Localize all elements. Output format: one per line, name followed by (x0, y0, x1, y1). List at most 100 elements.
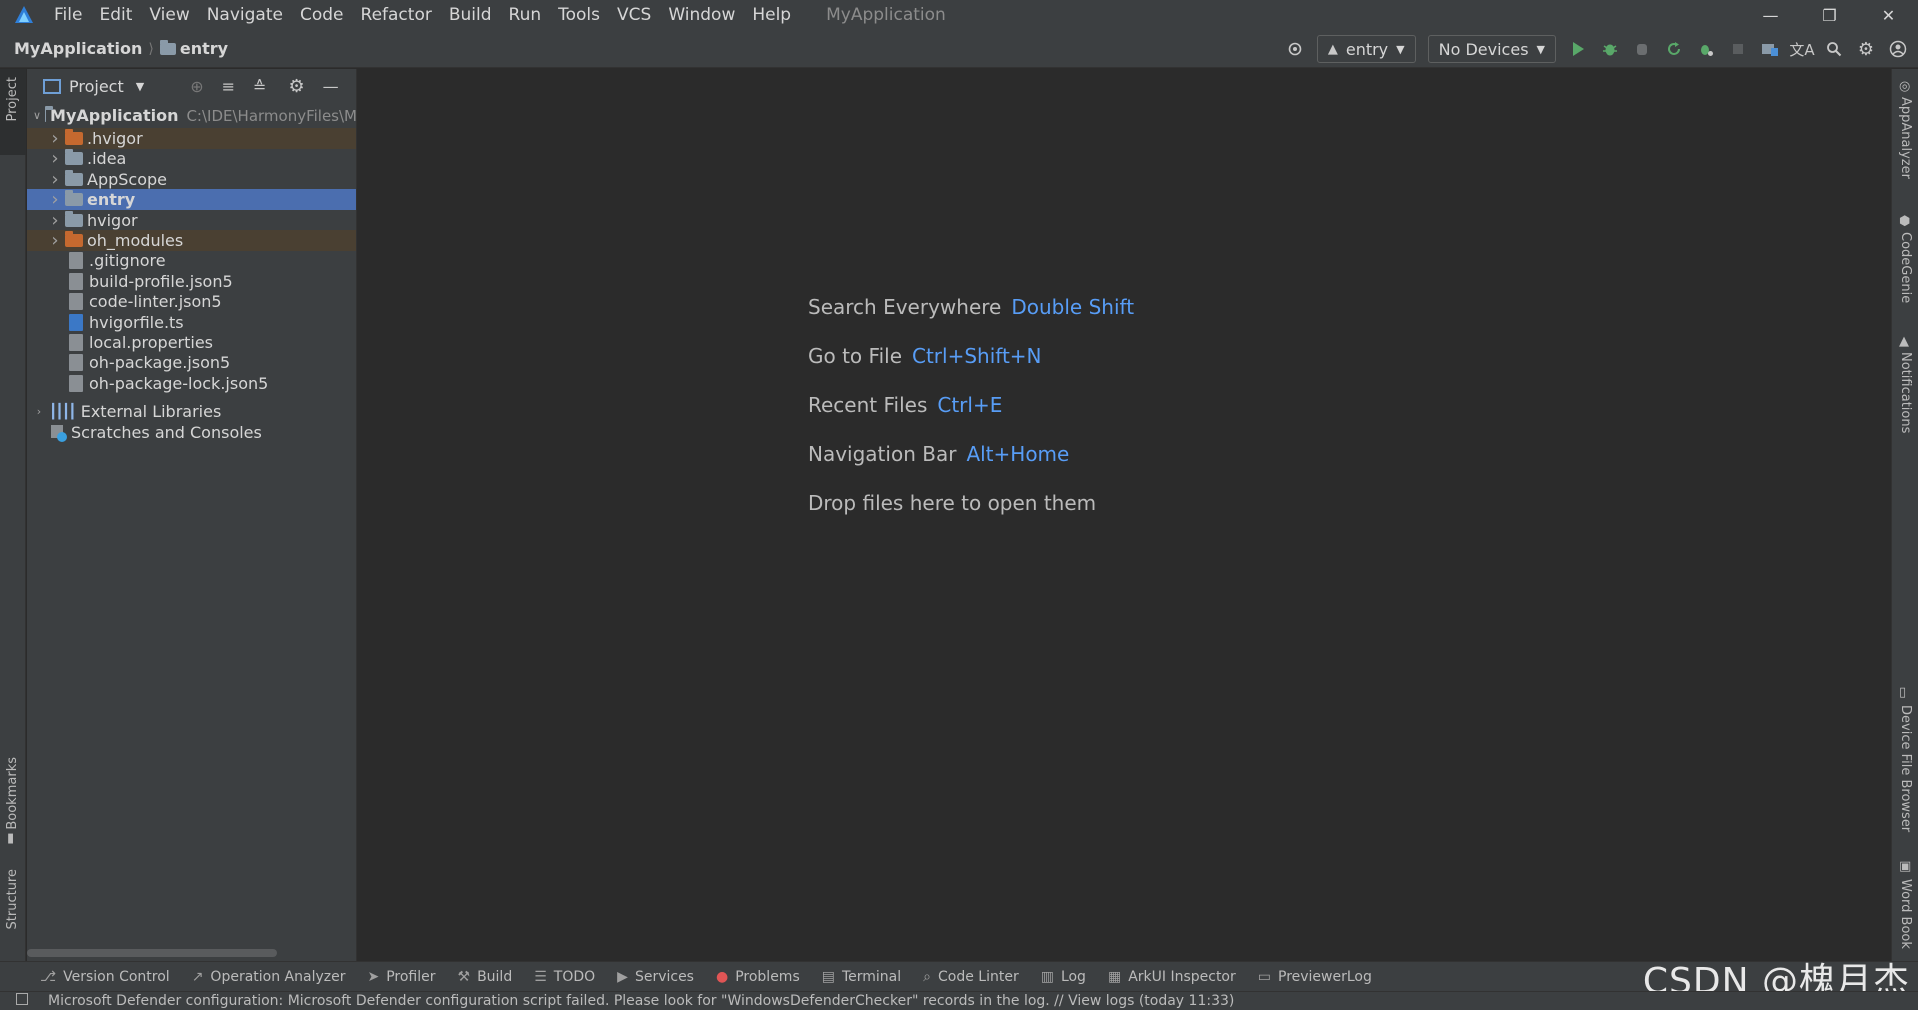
tab-operation-analyzer[interactable]: ↗ Operation Analyzer (192, 969, 346, 985)
tree-item-label: code-linter.json5 (89, 292, 222, 312)
device-file-browser-tool-tab[interactable]: Device File Browser (1898, 705, 1913, 832)
horizontal-scrollbar[interactable] (27, 949, 277, 957)
profile-bug-icon[interactable] (1690, 34, 1722, 64)
tab-log[interactable]: ▥ Log (1041, 969, 1086, 985)
tree-item[interactable]: oh-package.json5 (27, 352, 356, 373)
tree-item[interactable]: local.properties (27, 332, 356, 353)
account-icon[interactable] (1882, 34, 1914, 64)
tab-problems[interactable]: ● Problems (716, 969, 800, 985)
chevron-right-icon[interactable]: › (49, 189, 61, 210)
tree-item[interactable]: › entry (27, 189, 356, 211)
expand-all-icon[interactable]: ≡ (222, 77, 235, 96)
tab-build[interactable]: ⚒ Build (458, 969, 513, 985)
word-book-tool-tab[interactable]: Word Book (1898, 879, 1913, 949)
tree-scratches[interactable]: Scratches and Consoles (27, 420, 356, 445)
structure-tool-tab[interactable]: Structure (5, 869, 20, 929)
chevron-right-icon[interactable]: › (49, 169, 61, 190)
app-analyzer-tool-tab[interactable]: AppAnalyzer (1898, 97, 1913, 179)
tab-code-linter[interactable]: ⌕ Code Linter (923, 969, 1019, 985)
project-tool-tab[interactable]: Project (5, 77, 20, 121)
debug-icon[interactable] (1594, 34, 1626, 64)
tree-item[interactable]: code-linter.json5 (27, 291, 356, 312)
tree-root-name: MyApplication (50, 106, 179, 125)
minimize-button[interactable]: — (1741, 0, 1800, 30)
tree-item[interactable]: oh-package-lock.json5 (27, 373, 356, 394)
tab-arkui-inspector[interactable]: ▦ ArkUI Inspector (1108, 969, 1236, 985)
toggle-tool-windows-icon[interactable] (16, 993, 28, 1005)
tab-version-control[interactable]: ⎇ Version Control (40, 969, 170, 985)
close-window-button[interactable]: ✕ (1859, 0, 1918, 30)
project-view-label[interactable]: Project (69, 77, 124, 96)
tab-profiler[interactable]: ➤ Profiler (367, 969, 435, 985)
bookmarks-tool-tab[interactable]: Bookmarks (5, 757, 20, 830)
breadcrumb-project[interactable]: MyApplication (14, 39, 142, 58)
tree-item[interactable]: › .idea (27, 148, 356, 169)
menu-navigate[interactable]: Navigate (207, 5, 283, 25)
restore-button[interactable]: ❐ (1800, 0, 1859, 30)
tree-item[interactable]: › oh_modules (27, 230, 356, 251)
hide-panel-icon[interactable]: — (323, 77, 339, 96)
tree-item[interactable]: hvigorfile.ts (27, 312, 356, 333)
notifications-tool-tab[interactable]: Notifications (1898, 352, 1913, 433)
editor-hint: Go to File Ctrl+Shift+N (808, 344, 1042, 368)
tab-terminal[interactable]: ▤ Terminal (822, 969, 901, 985)
project-view-icon (43, 78, 61, 94)
config-file-icon (69, 334, 83, 351)
notification-bell-icon: ▲ (1899, 334, 1909, 349)
stop-icon[interactable] (1722, 34, 1754, 64)
device-manager-icon[interactable] (1754, 34, 1786, 64)
tree-item[interactable]: › .hvigor (27, 128, 356, 149)
codegenie-tool-tab[interactable]: CodeGenie (1898, 232, 1913, 303)
search-icon[interactable] (1818, 34, 1850, 64)
menu-file[interactable]: File (54, 5, 82, 25)
excluded-folder-icon (65, 231, 83, 247)
panel-settings-gear-icon[interactable]: ⚙ (288, 76, 304, 97)
chevron-right-icon[interactable]: › (33, 405, 45, 418)
tab-build-label: Build (477, 968, 513, 985)
chevron-down-icon[interactable]: ∨ (33, 109, 41, 122)
run-icon[interactable] (1562, 34, 1594, 64)
breadcrumb-module[interactable]: entry (180, 39, 228, 58)
tab-services[interactable]: ▶ Services (617, 969, 694, 985)
attach-debugger-icon[interactable] (1626, 34, 1658, 64)
chevron-right-icon[interactable]: › (49, 128, 61, 149)
device-select-value: No Devices (1438, 39, 1529, 59)
locate-target-icon[interactable] (1279, 34, 1311, 64)
chevron-right-icon[interactable]: › (49, 210, 61, 231)
chevron-down-icon[interactable]: ▼ (136, 80, 144, 93)
tree-item-label: entry (87, 190, 136, 210)
menu-build[interactable]: Build (449, 5, 492, 25)
tab-todo[interactable]: ☰ TODO (534, 969, 595, 985)
tree-item[interactable]: .gitignore (27, 250, 356, 271)
menu-run[interactable]: Run (509, 5, 542, 25)
chevron-right-icon[interactable]: › (49, 230, 61, 251)
status-message[interactable]: Microsoft Defender configuration: Micros… (48, 993, 1234, 1009)
translate-icon[interactable]: 文A (1786, 34, 1818, 64)
apply-changes-icon[interactable] (1658, 34, 1690, 64)
menu-help[interactable]: Help (752, 5, 791, 25)
menu-refactor[interactable]: Refactor (361, 5, 432, 25)
tree-root-row[interactable]: ∨ MyApplication C:\IDE\HarmonyFiles\M (27, 103, 356, 128)
collapse-all-icon[interactable]: ≙ (253, 77, 266, 96)
menu-vcs[interactable]: VCS (617, 5, 651, 25)
menu-window[interactable]: Window (668, 5, 735, 25)
tree-item[interactable]: build-profile.json5 (27, 271, 356, 292)
tree-item[interactable]: › hvigor (27, 210, 356, 231)
editor-area[interactable]: Search Everywhere Double Shift Go to File C… (358, 69, 1891, 961)
menu-code[interactable]: Code (300, 5, 344, 25)
config-file-icon (69, 374, 83, 392)
menu-edit[interactable]: Edit (99, 5, 132, 25)
settings-gear-icon[interactable]: ⚙ (1850, 34, 1882, 64)
select-opened-file-icon[interactable]: ⊕ (190, 77, 203, 96)
run-config-select[interactable]: ▲ entry ▼ (1316, 35, 1416, 63)
tab-previewer-log[interactable]: ▭ PreviewerLog (1258, 969, 1372, 985)
chevron-right-icon[interactable]: › (49, 148, 61, 169)
error-icon: ● (715, 968, 729, 985)
menu-view[interactable]: View (149, 5, 189, 25)
log-icon: ▥ (1040, 968, 1054, 985)
menu-tools[interactable]: Tools (558, 5, 600, 25)
folder-icon (65, 149, 83, 166)
menu-bar: File Edit View Navigate Code Refactor Bu… (0, 0, 1918, 30)
device-select[interactable]: No Devices ▼ (1427, 35, 1556, 63)
tree-item[interactable]: › AppScope (27, 169, 356, 190)
